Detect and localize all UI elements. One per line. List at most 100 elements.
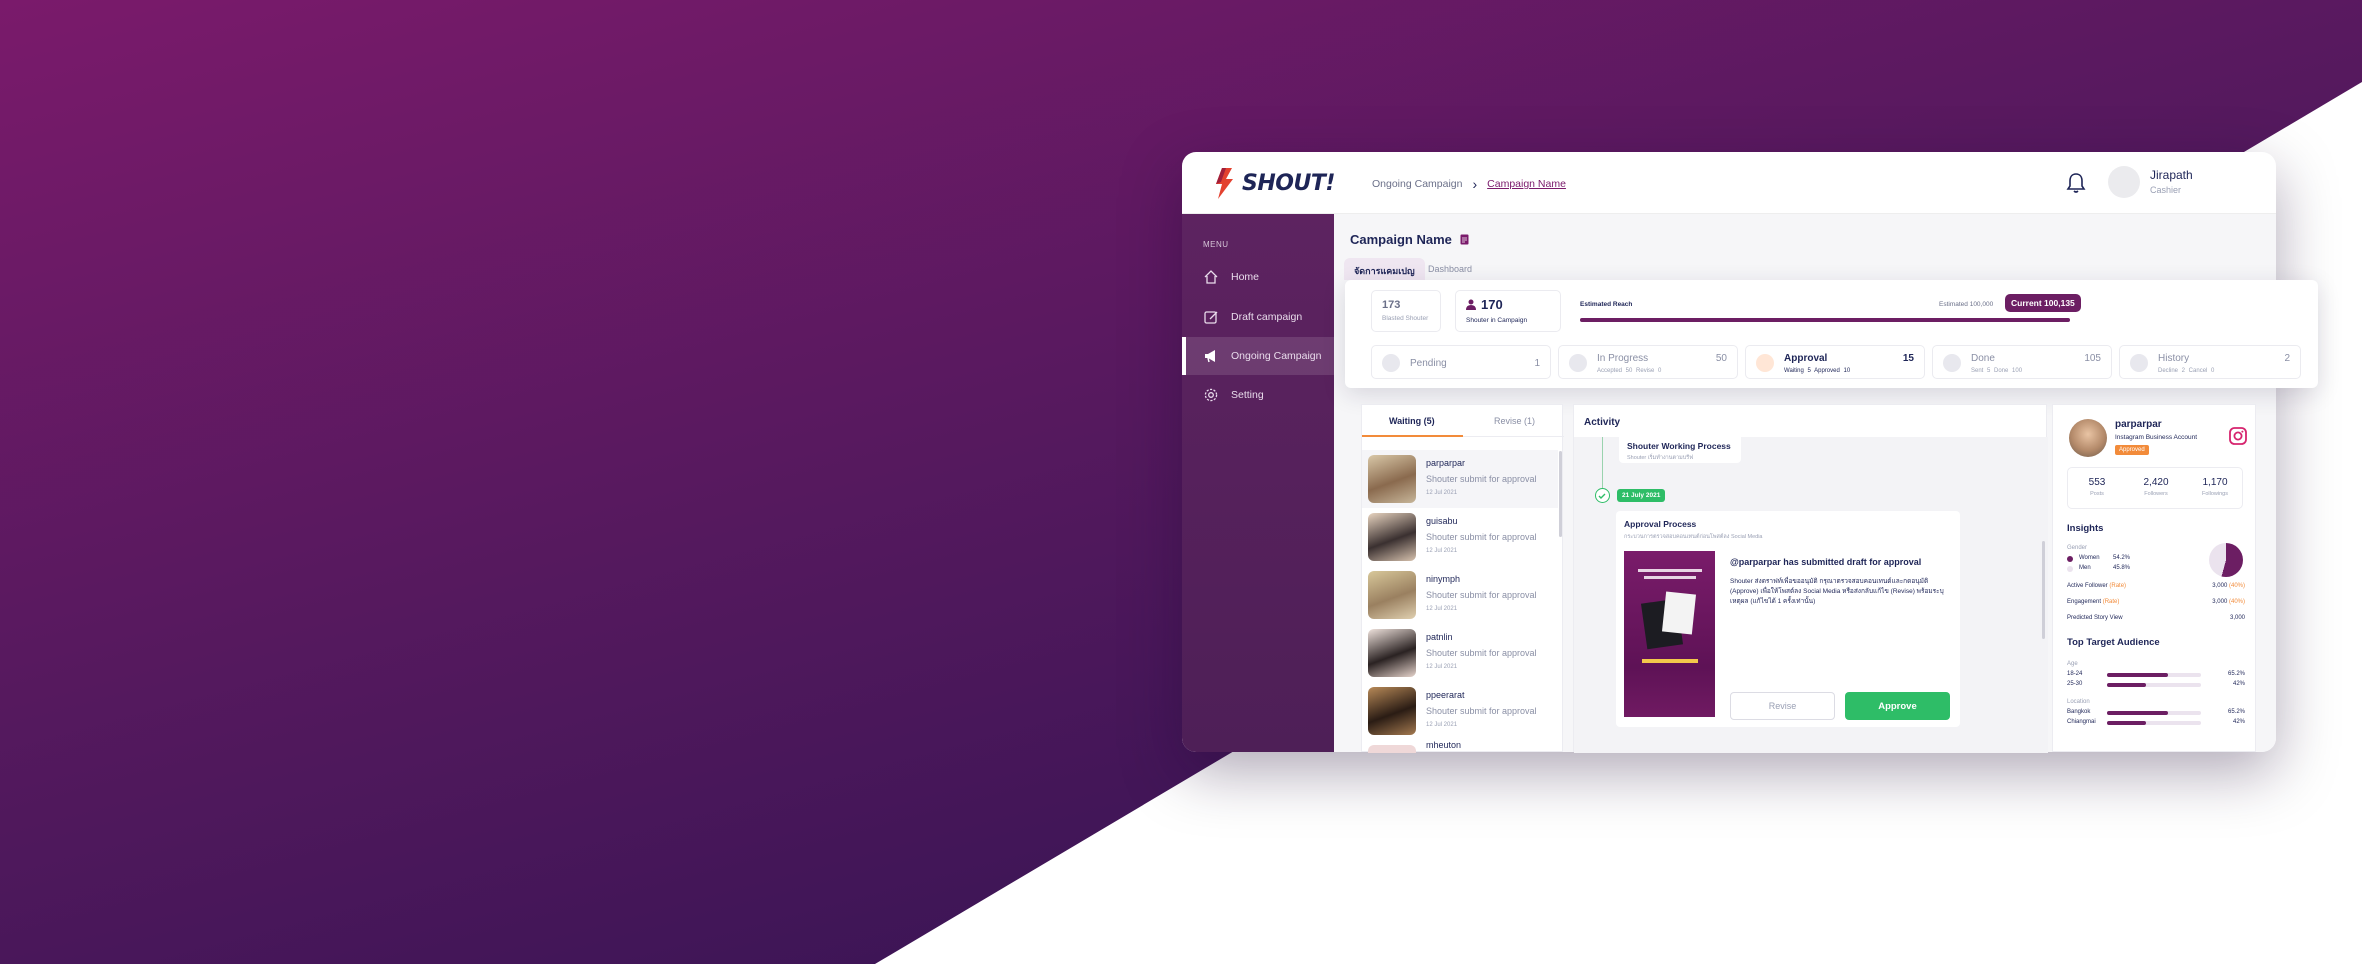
approval-queue: Waiting (5) Revise (1) parparpar Shouter… <box>1361 404 1564 753</box>
item-status: Shouter submit for approval <box>1426 648 1537 658</box>
list-item[interactable]: ninymph Shouter submit for approval 12 J… <box>1362 566 1558 624</box>
stage-count: 2 <box>2284 353 2290 364</box>
check-circle-icon <box>1943 354 1961 372</box>
metric-engagement: Engagement (Rate) 3,000 (40%) <box>2067 599 2245 605</box>
avatar <box>1368 455 1416 503</box>
list-item[interactable]: mheuton <box>1362 740 1558 753</box>
campaign-title: Campaign Name <box>1350 232 1452 247</box>
working-title: Shouter Working Process <box>1627 441 1731 451</box>
tab-revise[interactable]: Revise (1) <box>1494 416 1535 426</box>
avatar <box>1368 687 1416 735</box>
item-name: patnlin <box>1426 632 1453 642</box>
draft-preview-image[interactable] <box>1624 551 1715 717</box>
item-date: 12 Jul 2021 <box>1426 606 1458 612</box>
logo-icon <box>1216 168 1233 199</box>
location-label: Location <box>2067 699 2090 705</box>
revise-button[interactable]: Revise <box>1730 692 1835 720</box>
sidebar-item-setting[interactable]: Setting <box>1182 376 1334 414</box>
stat-posts: 553 Posts <box>2088 477 2106 497</box>
metric-story-view: Predicted Story View 3,000 <box>2067 615 2245 621</box>
approval-message: @parparpar has submitted draft for appro… <box>1730 557 1922 567</box>
gender-men: Men 45.8% <box>2067 565 2130 572</box>
list-item[interactable]: parparpar Shouter submit for approval 12… <box>1362 450 1558 508</box>
avatar <box>2069 419 2107 457</box>
check-icon <box>1595 488 1610 503</box>
in-campaign-label: Shouter in Campaign <box>1466 317 1528 324</box>
logo-text: SHOUT! <box>1242 170 1335 196</box>
menu-label: MENU <box>1203 240 1229 249</box>
list-item[interactable]: patnlin Shouter submit for approval 12 J… <box>1362 624 1558 682</box>
hourglass-icon <box>1382 354 1400 372</box>
sidebar-item-label: Draft campaign <box>1231 311 1303 323</box>
activity-panel: Activity Shouter Working Process Shouter… <box>1573 404 2048 753</box>
sidebar-item-home[interactable]: Home <box>1182 258 1334 296</box>
stage-count: 105 <box>2084 353 2101 364</box>
tab-waiting[interactable]: Waiting (5) <box>1389 416 1435 426</box>
progress-icon <box>1569 354 1587 372</box>
item-name: mheuton <box>1426 740 1462 750</box>
reach-label: Estimated Reach <box>1580 301 1633 308</box>
stage-sub: Decline 2 Cancel 0 <box>2158 368 2215 374</box>
instagram-icon[interactable] <box>2229 427 2247 445</box>
stage-history[interactable]: History Decline 2 Cancel 0 2 <box>2119 345 2301 379</box>
tab-manage-campaign[interactable]: จัดการแคมเปญ <box>1344 258 1425 280</box>
megaphone-icon <box>1205 350 1215 363</box>
list-item[interactable]: guisabu Shouter submit for approval 12 J… <box>1362 508 1558 566</box>
audience-title: Top Target Audience <box>2067 637 2160 648</box>
stage-in-progress[interactable]: In Progress Accepted 50 Revise 0 50 <box>1558 345 1738 379</box>
sidebar-item-ongoing-campaign[interactable]: Ongoing Campaign <box>1182 337 1334 375</box>
stage-count: 15 <box>1902 353 1914 364</box>
blasted-value: 173 <box>1382 299 1401 311</box>
approve-button[interactable]: Approve <box>1845 692 1950 720</box>
item-date: 12 Jul 2021 <box>1426 490 1458 496</box>
chevron-right-icon: › <box>1472 176 1478 192</box>
reach-estimated: Estimated 100,000 <box>1939 301 1994 308</box>
stage-sub: Waiting 5 Approved 10 <box>1784 368 1851 374</box>
bell-icon[interactable] <box>2066 172 2086 194</box>
person-icon <box>1466 299 1476 310</box>
item-date: 12 Jul 2021 <box>1426 664 1458 670</box>
activity-timeline: Shouter Working Process Shouter เริ่มทำง… <box>1574 437 2048 753</box>
stage-done[interactable]: Done Sent 5 Done 100 105 <box>1932 345 2112 379</box>
profile-stats: 553 Posts 2,420 Followers 1,170 Followings <box>2067 467 2243 509</box>
stage-approval[interactable]: Approval Waiting 5 Approved 10 15 <box>1745 345 1925 379</box>
stat-followings: 1,170 Followings <box>2202 477 2228 497</box>
in-campaign-box: 170 Shouter in Campaign <box>1455 290 1561 332</box>
logo[interactable]: SHOUT! <box>1212 166 1335 200</box>
scrollbar[interactable] <box>1559 451 1562 537</box>
activity-title: Activity <box>1584 417 1621 428</box>
sidebar: MENU Home Draft campaign Ongoing Campaig… <box>1182 214 1334 752</box>
item-status: Shouter submit for approval <box>1426 532 1537 542</box>
breadcrumb: Ongoing Campaign › Campaign Name <box>1372 176 1566 192</box>
profile-type: Instagram Business Account <box>2115 434 2198 441</box>
document-icon[interactable] <box>1460 234 1469 245</box>
reach-progress-fill <box>1580 318 2070 322</box>
avatar <box>1368 629 1416 677</box>
tab-dashboard[interactable]: Dashboard <box>1418 258 1482 280</box>
avatar[interactable] <box>2108 166 2140 198</box>
date-badge: 21 July 2021 <box>1617 489 1666 502</box>
age-label: Age <box>2067 661 2078 667</box>
stat-followers: 2,420 Followers <box>2143 477 2169 497</box>
sidebar-item-draft-campaign[interactable]: Draft campaign <box>1182 298 1334 336</box>
stage-name: In Progress <box>1597 353 1649 364</box>
avatar <box>1368 571 1416 619</box>
stage-pending[interactable]: Pending 1 <box>1371 345 1551 379</box>
gender-women: Women 54.2% <box>2067 555 2130 562</box>
profile-name: parparpar <box>2115 419 2162 430</box>
status-badge: Approved <box>2115 445 2149 455</box>
stage-count: 50 <box>1715 353 1727 364</box>
item-date: 12 Jul 2021 <box>1426 548 1458 554</box>
stage-name: History <box>2158 353 2190 364</box>
stage-name: Pending <box>1410 358 1447 369</box>
user-name[interactable]: Jirapath <box>2150 168 2193 182</box>
breadcrumb-current[interactable]: Campaign Name <box>1487 178 1566 190</box>
gear-icon <box>1204 388 1218 402</box>
list-item[interactable]: ppeerarat Shouter submit for approval 12… <box>1362 682 1558 740</box>
blasted-label: Blasted Shouter <box>1382 315 1429 322</box>
working-sub: Shouter เริ่มทำงานตามบรีฟ <box>1627 455 1694 461</box>
scrollbar[interactable] <box>2042 541 2045 639</box>
queue-tabs: Waiting (5) Revise (1) <box>1362 405 1564 437</box>
age-row: 18-24 65.2% <box>2067 671 2245 677</box>
breadcrumb-parent[interactable]: Ongoing Campaign <box>1372 178 1462 190</box>
